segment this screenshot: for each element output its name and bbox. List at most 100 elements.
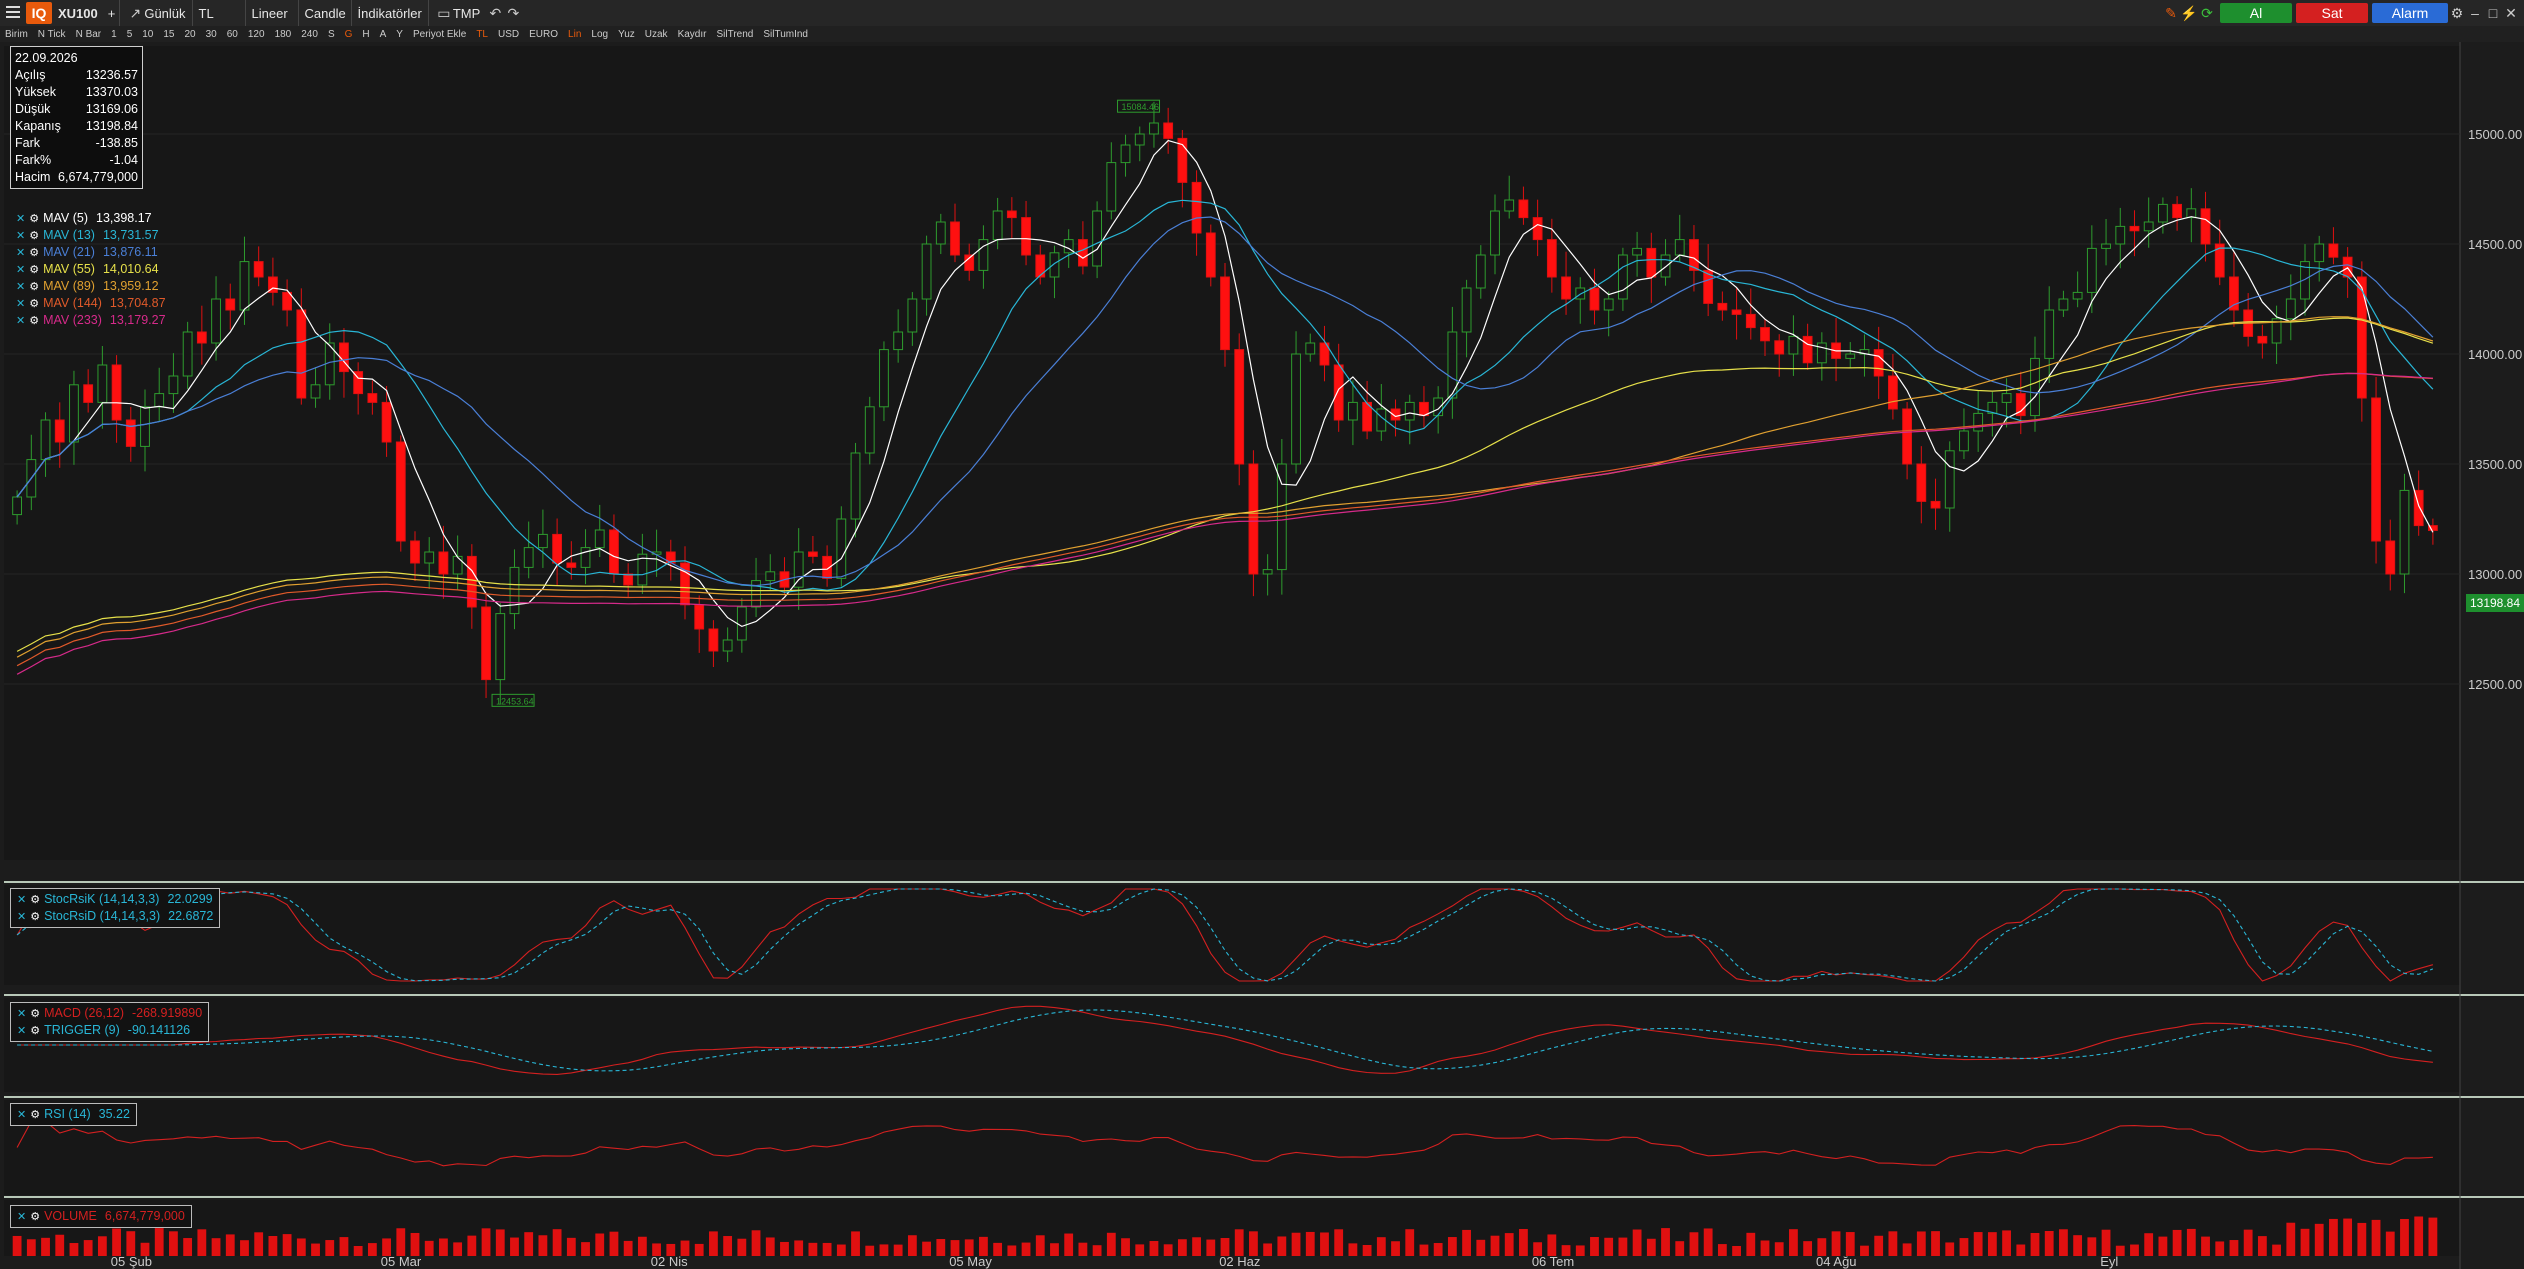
toolbar2-item[interactable]: 10 [137, 26, 158, 42]
indicator-settings-icon[interactable]: ⚙ [30, 1109, 40, 1121]
legend-row[interactable]: ✕ ⚙ StocRsiD (14,14,3,3) 22.6872 [17, 908, 213, 925]
toolbar2-item[interactable]: A [375, 26, 392, 42]
toolbar2-item[interactable]: 240 [296, 26, 323, 42]
indicator-settings-icon[interactable]: ⚙ [30, 1211, 40, 1223]
legend-row[interactable]: ✕ ⚙ MACD (26,12) -268.919890 [17, 1005, 202, 1022]
toolbar2-item[interactable]: Uzak [640, 26, 673, 42]
toolbar2-item[interactable]: SilTrend [711, 26, 758, 42]
remove-indicator-icon[interactable]: ✕ [16, 264, 25, 276]
sell-button[interactable]: Sat [2296, 3, 2368, 23]
legend-row[interactable]: ✕ ⚙ MAV (89) 13,959.12 [16, 278, 166, 295]
toolbar2-item[interactable]: USD [493, 26, 524, 42]
legend-row[interactable]: ✕ ⚙ MAV (233) 13,179.27 [16, 312, 166, 329]
indicator-settings-icon[interactable]: ⚙ [29, 298, 39, 310]
toolbar2-item[interactable]: Periyot Ekle [408, 26, 471, 42]
candle-body [2257, 335, 2268, 344]
brush-icon[interactable]: ✎ [2162, 3, 2180, 23]
toolbar2-item[interactable]: 20 [180, 26, 201, 42]
indicator-settings-icon[interactable]: ⚙ [29, 281, 39, 293]
redo-icon[interactable]: ↷ [504, 3, 522, 23]
candle-body [1816, 342, 1827, 364]
toolbar2-item[interactable]: Log [586, 26, 613, 42]
buy-button[interactable]: Al [2220, 3, 2292, 23]
legend-row[interactable]: ✕ ⚙ MAV (5) 13,398.17 [16, 210, 166, 227]
indicator-settings-icon[interactable]: ⚙ [29, 213, 39, 225]
chart-area[interactable]: 12500.00 13000.00 13500.00 14000.00 14500.00… [0, 42, 2524, 1269]
toolbar2-item[interactable]: S [323, 26, 340, 42]
remove-indicator-icon[interactable]: ✕ [17, 1025, 26, 1037]
toolbar2-item[interactable]: Yuz [613, 26, 640, 42]
menu-icon[interactable] [6, 6, 20, 18]
toolbar2-item[interactable]: SilTumInd [758, 26, 813, 42]
toolbar2-item[interactable]: Lin [563, 26, 586, 42]
indicator-settings-icon[interactable]: ⚙ [30, 1008, 40, 1020]
maximize-icon[interactable]: □ [2484, 3, 2502, 23]
remove-indicator-icon[interactable]: ✕ [17, 1211, 26, 1223]
toolbar2-item[interactable]: Birim [0, 26, 33, 42]
indicator-settings-icon[interactable]: ⚙ [30, 911, 40, 923]
volume-bar [694, 1243, 704, 1256]
legend-label: RSI (14) [44, 1107, 91, 1121]
toolbar2-item[interactable]: N Bar [71, 26, 107, 42]
volume-bar [1945, 1242, 1955, 1256]
indicator-settings-icon[interactable]: ⚙ [29, 264, 39, 276]
gear-icon[interactable]: ⚙ [2448, 3, 2466, 23]
toolbar2-item[interactable]: EURO [524, 26, 563, 42]
toolbar2-item[interactable]: G [340, 26, 358, 42]
toolbar2-item[interactable]: 180 [270, 26, 297, 42]
template-button[interactable]: ▭ TMP [427, 0, 486, 26]
remove-indicator-icon[interactable]: ✕ [16, 247, 25, 259]
toolbar2-item[interactable]: 5 [122, 26, 138, 42]
toolbar2-item[interactable]: 1 [106, 26, 122, 42]
legend-row[interactable]: ✕ ⚙ MAV (21) 13,876.11 [16, 244, 166, 261]
toolbar2-item[interactable]: 120 [243, 26, 270, 42]
toolbar2-item[interactable]: 15 [158, 26, 179, 42]
toolbar2-item[interactable]: TL [471, 26, 493, 42]
volume-bar [1348, 1243, 1358, 1256]
toolbar2-item[interactable]: H [357, 26, 374, 42]
flash-icon[interactable]: ⚡ [2180, 3, 2198, 23]
style-selector[interactable]: Candle [297, 0, 351, 26]
toolbar2-item[interactable]: N Tick [33, 26, 71, 42]
minimize-icon[interactable]: – [2466, 3, 2484, 23]
remove-indicator-icon[interactable]: ✕ [17, 911, 26, 923]
remove-indicator-icon[interactable]: ✕ [17, 894, 26, 906]
add-symbol-button[interactable]: + [104, 0, 120, 26]
close-icon[interactable]: ✕ [2502, 3, 2520, 23]
indicators-menu[interactable]: İndikatörler [350, 0, 428, 26]
remove-indicator-icon[interactable]: ✕ [16, 230, 25, 242]
candle-body [211, 298, 221, 344]
symbol-label[interactable]: XU100 [52, 0, 104, 26]
legend-row[interactable]: ✕ ⚙ VOLUME 6,674,779,000 [17, 1208, 185, 1225]
volume-bar [2343, 1218, 2353, 1256]
volume-bar [55, 1234, 65, 1256]
legend-row[interactable]: ✕ ⚙ TRIGGER (9) -90.141126 [17, 1022, 202, 1039]
undo-icon[interactable]: ↶ [486, 3, 504, 23]
indicator-settings-icon[interactable]: ⚙ [29, 315, 39, 327]
legend-row[interactable]: ✕ ⚙ RSI (14) 35.22 [17, 1106, 130, 1123]
period-selector[interactable]: ↗ Günlük [119, 0, 191, 26]
scale-selector[interactable]: Lineer [244, 0, 298, 26]
currency-selector[interactable]: TL [191, 0, 245, 26]
remove-indicator-icon[interactable]: ✕ [16, 213, 25, 225]
remove-indicator-icon[interactable]: ✕ [17, 1109, 26, 1121]
remove-indicator-icon[interactable]: ✕ [17, 1008, 26, 1020]
remove-indicator-icon[interactable]: ✕ [16, 315, 25, 327]
indicator-settings-icon[interactable]: ⚙ [30, 1025, 40, 1037]
volume-bar [83, 1240, 93, 1256]
toolbar2-item[interactable]: 60 [222, 26, 243, 42]
legend-row[interactable]: ✕ ⚙ MAV (55) 14,010.64 [16, 261, 166, 278]
indicator-settings-icon[interactable]: ⚙ [30, 894, 40, 906]
toolbar2-item[interactable]: Kaydır [673, 26, 712, 42]
remove-indicator-icon[interactable]: ✕ [16, 298, 25, 310]
remove-indicator-icon[interactable]: ✕ [16, 281, 25, 293]
toolbar2-item[interactable]: 30 [201, 26, 222, 42]
toolbar2-item[interactable]: Y [391, 26, 408, 42]
legend-row[interactable]: ✕ ⚙ StocRsiK (14,14,3,3) 22.0299 [17, 891, 213, 908]
refresh-icon[interactable]: ⟳ [2198, 3, 2216, 23]
legend-row[interactable]: ✕ ⚙ MAV (144) 13,704.87 [16, 295, 166, 312]
alarm-button[interactable]: Alarm [2372, 3, 2448, 23]
indicator-settings-icon[interactable]: ⚙ [29, 247, 39, 259]
legend-row[interactable]: ✕ ⚙ MAV (13) 13,731.57 [16, 227, 166, 244]
indicator-settings-icon[interactable]: ⚙ [29, 230, 39, 242]
